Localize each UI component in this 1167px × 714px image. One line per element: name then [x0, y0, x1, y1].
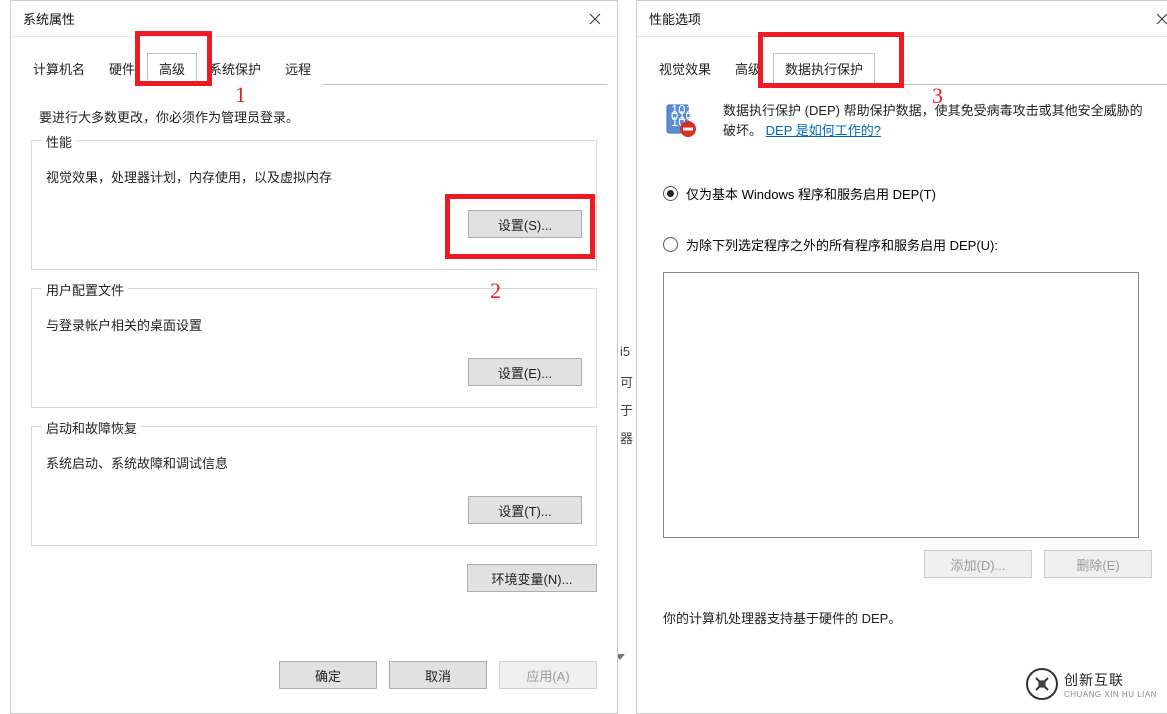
apply-button[interactable]: 应用(A)	[499, 661, 597, 689]
bg-text: 可	[620, 372, 633, 391]
environment-variables-button[interactable]: 环境变量(N)...	[467, 564, 597, 592]
add-button[interactable]: 添加(D)...	[924, 550, 1032, 578]
tab-advanced[interactable]: 高级	[147, 53, 197, 85]
tab-computer-name[interactable]: 计算机名	[21, 53, 97, 85]
dep-support-text: 你的计算机处理器支持基于硬件的 DEP。	[663, 608, 1154, 627]
close-button[interactable]	[1140, 1, 1167, 37]
bg-text: i5	[620, 344, 630, 359]
performance-desc: 视觉效果，处理器计划，内存使用，以及虚拟内存	[46, 167, 582, 186]
startup-recovery-desc: 系统启动、系统故障和调试信息	[46, 453, 582, 472]
user-profiles-settings-button[interactable]: 设置(E)...	[468, 358, 582, 386]
startup-recovery-group: 启动和故障恢复 系统启动、系统故障和调试信息 设置(T)...	[31, 426, 597, 546]
tab-dep[interactable]: 数据执行保护	[773, 53, 875, 85]
dep-help-link[interactable]: DEP 是如何工作的?	[766, 123, 881, 138]
annotation-number-2: 2	[490, 278, 501, 304]
ok-button[interactable]: 确定	[279, 661, 377, 689]
brand-logo: 创新互联 CHUANG XIN HU LIAN	[1026, 668, 1157, 700]
radio-label: 仅为基本 Windows 程序和服务启用 DEP(T)	[686, 184, 936, 203]
performance-options-dialog: 性能选项 视觉效果 高级 数据执行保护 10101 01010 10101 数据…	[636, 0, 1167, 714]
close-button[interactable]	[573, 1, 617, 37]
dialog-title: 性能选项	[649, 9, 701, 28]
user-profiles-group: 用户配置文件 与登录帐户相关的桌面设置 设置(E)...	[31, 288, 597, 408]
tab-system-protection[interactable]: 系统保护	[197, 53, 273, 85]
tabs-bar: 视觉效果 高级 数据执行保护	[647, 52, 1167, 85]
tab-remote[interactable]: 远程	[273, 53, 323, 85]
remove-button[interactable]: 删除(E)	[1044, 550, 1152, 578]
performance-legend: 性能	[42, 132, 76, 151]
radio-label: 为除下列选定程序之外的所有程序和服务启用 DEP(U):	[686, 235, 998, 254]
annotation-number-3: 3	[932, 83, 943, 109]
dialog-title: 系统属性	[23, 9, 75, 28]
startup-recovery-settings-button[interactable]: 设置(T)...	[468, 496, 582, 524]
user-profiles-desc: 与登录帐户相关的桌面设置	[46, 315, 582, 334]
cancel-button[interactable]: 取消	[389, 661, 487, 689]
tab-hardware[interactable]: 硬件	[97, 53, 147, 85]
dep-content: 10101 01010 10101 数据执行保护 (DEP) 帮助保护数据，使其…	[637, 85, 1167, 627]
logo-text-en: CHUANG XIN HU LIAN	[1064, 690, 1157, 699]
annotation-number-1: 1	[235, 82, 246, 108]
tabs-bar: 计算机名 硬件 高级 系统保护 远程	[21, 52, 607, 85]
system-properties-dialog: 系统属性 计算机名 硬件 高级 系统保护 远程 要进行大多数更改，你必须作为管理…	[10, 0, 618, 714]
logo-mark-icon	[1026, 668, 1058, 700]
dep-radio-all-except[interactable]: 为除下列选定程序之外的所有程序和服务启用 DEP(U):	[663, 235, 1154, 254]
dep-shield-icon: 10101 01010 10101	[661, 101, 701, 144]
user-profiles-legend: 用户配置文件	[42, 280, 128, 299]
admin-intro-text: 要进行大多数更改，你必须作为管理员登录。	[39, 107, 589, 126]
titlebar: 系统属性	[11, 1, 617, 37]
dialog-content: 要进行大多数更改，你必须作为管理员登录。 性能 视觉效果，处理器计划，内存使用，…	[11, 85, 617, 652]
tab-visual-effects[interactable]: 视觉效果	[647, 53, 723, 85]
dialog-buttons: 确定 取消 应用(A)	[265, 661, 611, 689]
performance-group: 性能 视觉效果，处理器计划，内存使用，以及虚拟内存 设置(S)...	[31, 140, 597, 270]
dep-radio-essential[interactable]: 仅为基本 Windows 程序和服务启用 DEP(T)	[663, 184, 1154, 203]
startup-recovery-legend: 启动和故障恢复	[42, 418, 141, 437]
performance-settings-button[interactable]: 设置(S)...	[468, 210, 582, 238]
bg-text: 于	[620, 400, 633, 419]
logo-text-cn: 创新互联	[1064, 670, 1157, 690]
tab-advanced[interactable]: 高级	[723, 53, 773, 85]
close-icon	[589, 13, 601, 25]
radio-icon	[663, 186, 678, 201]
radio-icon	[663, 237, 678, 252]
titlebar: 性能选项	[637, 1, 1167, 37]
close-icon	[1156, 13, 1167, 25]
bg-text: 器	[620, 428, 633, 447]
dep-exception-list[interactable]	[663, 272, 1139, 538]
